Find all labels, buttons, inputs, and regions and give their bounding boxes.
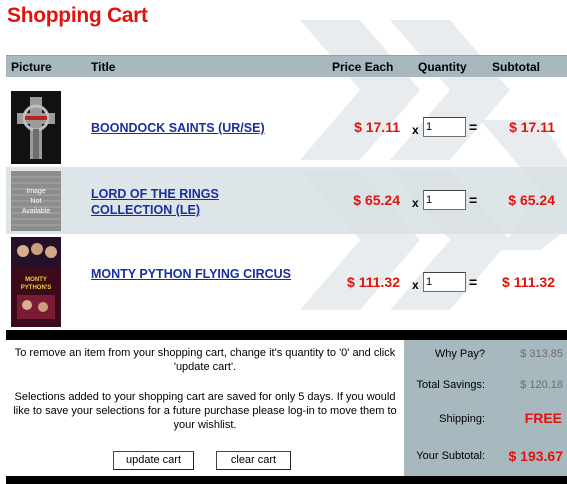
update-cart-button[interactable]: update cart: [113, 451, 194, 470]
item-subtotal: $ 17.11: [509, 119, 555, 135]
product-thumbnail[interactable]: Image Not Available: [11, 171, 61, 231]
divider-bar: [6, 330, 567, 340]
total-savings-label: Total Savings:: [416, 379, 485, 391]
clear-cart-button[interactable]: clear cart: [216, 451, 291, 470]
svg-text:Image: Image: [26, 188, 46, 195]
shipping-value: FREE: [524, 410, 562, 426]
product-thumbnail[interactable]: MONTY PYTHON'S: [11, 237, 61, 327]
saved-selections-note: Selections added to your shopping cart a…: [13, 391, 397, 431]
cart-table-header: Picture Title Price Each Quantity Subtot…: [6, 55, 567, 77]
item-subtotal: $ 65.24: [508, 192, 555, 208]
your-subtotal-value: $ 193.67: [508, 448, 564, 464]
cart-item-row: Image Not Available LORD OF THE RINGS CO…: [6, 167, 567, 234]
item-subtotal: $ 111.32: [502, 274, 555, 290]
shipping-label: Shipping:: [439, 413, 485, 425]
column-header-subtotal: Subtotal: [492, 60, 540, 74]
column-header-price-each: Price Each: [332, 60, 394, 74]
column-header-title: Title: [91, 60, 116, 74]
cart-instructions: To remove an item from your shopping car…: [6, 340, 404, 476]
quantity-multiplier: x: [412, 123, 419, 137]
quantity-input[interactable]: [423, 190, 466, 210]
your-subtotal-label: Your Subtotal:: [416, 450, 485, 462]
svg-text:PYTHON'S: PYTHON'S: [21, 285, 51, 291]
svg-text:MONTY: MONTY: [25, 277, 47, 283]
equals-sign: =: [469, 274, 478, 290]
column-header-quantity: Quantity: [418, 60, 467, 74]
price-each: $ 17.11: [354, 119, 400, 135]
product-thumbnail[interactable]: [11, 91, 61, 164]
quantity-multiplier: x: [412, 278, 419, 292]
why-pay-label: Why Pay?: [434, 348, 485, 360]
price-each: $ 111.32: [347, 274, 400, 290]
equals-sign: =: [469, 192, 478, 208]
order-summary: Why Pay? $ 313.85 Total Savings: $ 120.1…: [404, 340, 567, 476]
quantity-multiplier: x: [412, 196, 419, 210]
page-title: Shopping Cart: [7, 4, 148, 27]
quantity-input[interactable]: [423, 117, 466, 137]
product-title-link[interactable]: MONTY PYTHON FLYING CIRCUS: [91, 266, 301, 282]
svg-text:Available: Available: [22, 208, 50, 215]
remove-item-note: To remove an item from your shopping car…: [14, 347, 396, 373]
cart-item-row: MONTY PYTHON'S MONTY PYTHON FLYING CIRCU…: [6, 234, 567, 330]
monty-python-cover-image: MONTY PYTHON'S: [11, 237, 61, 327]
product-title-link[interactable]: LORD OF THE RINGS COLLECTION (LE): [91, 186, 301, 218]
why-pay-value: $ 313.85: [520, 348, 563, 360]
product-title-link[interactable]: BOONDOCK SAINTS (UR/SE): [91, 120, 301, 136]
cart-item-row: BOONDOCK SAINTS (UR/SE) $ 17.11 x = $ 17…: [6, 87, 567, 167]
quantity-input[interactable]: [423, 272, 466, 292]
equals-sign: =: [469, 119, 478, 135]
price-each: $ 65.24: [353, 192, 400, 208]
boondock-cover-image: [11, 91, 61, 164]
svg-text:Not: Not: [31, 198, 42, 205]
divider-bar: [6, 476, 567, 484]
column-header-picture: Picture: [11, 60, 52, 74]
image-not-available-placeholder: Image Not Available: [11, 171, 61, 231]
total-savings-value: $ 120.18: [520, 379, 563, 391]
